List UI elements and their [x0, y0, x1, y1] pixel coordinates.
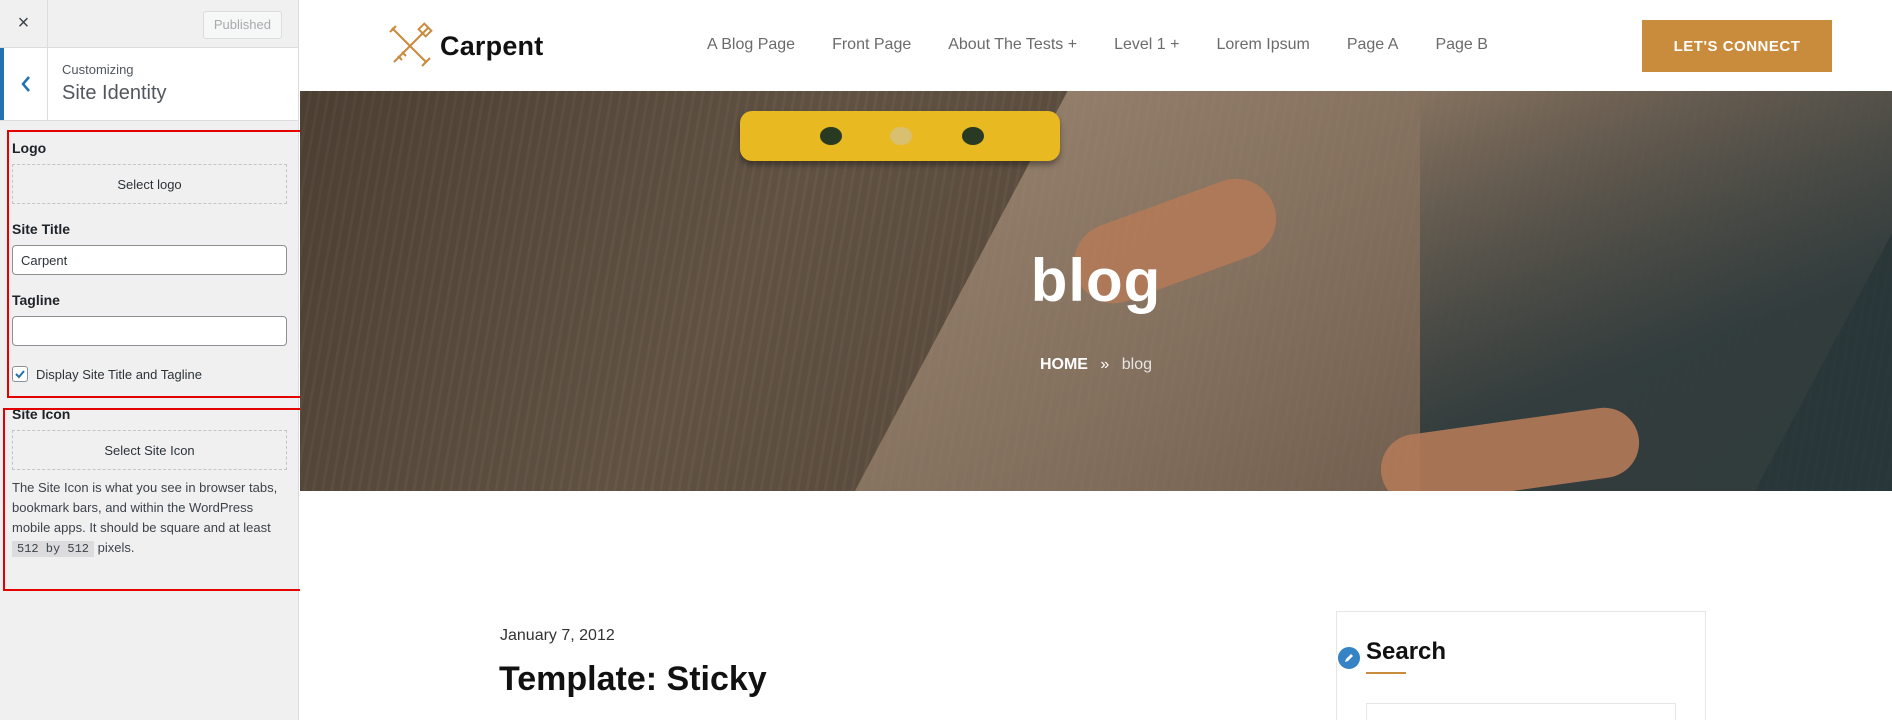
site-title-control: Site Title	[12, 221, 287, 275]
nav-item-page-a[interactable]: Page A	[1347, 36, 1399, 54]
page-title: Site Identity	[62, 82, 167, 104]
select-logo-button[interactable]: Select logo	[12, 164, 287, 204]
site-icon-description-end: pixels.	[97, 540, 135, 555]
site-title: Carpent	[440, 30, 544, 61]
select-site-icon-button[interactable]: Select Site Icon	[12, 430, 287, 470]
close-icon: ×	[17, 12, 30, 34]
site-icon-label: Site Icon	[12, 406, 71, 422]
nav-item-about-the-tests[interactable]: About The Tests +	[948, 36, 1077, 54]
site-title-label: Site Title	[12, 221, 71, 237]
nav-item-a-blog-page[interactable]: A Blog Page	[707, 36, 795, 54]
tagline-label: Tagline	[12, 292, 60, 308]
site-preview: Carpent A Blog Page Front Page About The…	[300, 0, 1892, 720]
nav-item-level-1[interactable]: Level 1 +	[1114, 36, 1179, 54]
site-header: Carpent A Blog Page Front Page About The…	[300, 0, 1892, 91]
breadcrumb-separator-icon: »	[1100, 356, 1110, 373]
size-code: 512 by 512	[12, 541, 95, 557]
customizer-header: × Published	[0, 0, 298, 48]
saw-hammer-icon	[389, 22, 433, 67]
site-icon-description: The Site Icon is what you see in browser…	[12, 478, 287, 559]
chevron-left-icon	[20, 76, 30, 92]
spirit-level-image	[740, 111, 1060, 161]
customizer-sidebar: × Published Customizing Site Identity Lo…	[0, 0, 299, 720]
display-title-checkbox[interactable]	[12, 366, 28, 382]
hero-banner: blog HOME » blog	[300, 91, 1892, 491]
back-button[interactable]	[0, 48, 48, 120]
section-title-bar: Customizing Site Identity	[0, 48, 298, 121]
site-icon-control: Site Icon Select Site Icon The Site Icon…	[12, 406, 287, 559]
lets-connect-button[interactable]: LET'S CONNECT	[1642, 20, 1832, 72]
checkmark-icon	[15, 370, 25, 379]
published-button[interactable]: Published	[202, 11, 282, 39]
site-logo[interactable]: Carpent	[386, 22, 543, 70]
post-title[interactable]: Template: Sticky	[499, 660, 767, 699]
nav-item-lorem-ipsum[interactable]: Lorem Ipsum	[1216, 36, 1309, 54]
main-nav: A Blog Page Front Page About The Tests +…	[707, 36, 1525, 54]
logo-control: Logo Select logo	[12, 140, 287, 204]
logo-label: Logo	[12, 140, 47, 156]
search-widget-title: Search	[1366, 638, 1447, 665]
breadcrumb: Customizing	[62, 62, 134, 77]
search-input[interactable]	[1366, 703, 1676, 720]
display-title-label: Display Site Title and Tagline	[36, 366, 202, 382]
hero-breadcrumb: HOME » blog	[300, 356, 1892, 374]
post-date: January 7, 2012	[500, 627, 615, 644]
nav-item-page-b[interactable]: Page B	[1435, 36, 1487, 54]
breadcrumb-home-link[interactable]: HOME	[1040, 356, 1088, 373]
nav-item-front-page[interactable]: Front Page	[832, 36, 911, 54]
widget-title-underline	[1366, 672, 1406, 674]
tagline-input[interactable]	[12, 316, 287, 346]
edit-pencil-icon[interactable]	[1336, 645, 1362, 671]
site-icon-description-text: The Site Icon is what you see in browser…	[12, 480, 278, 535]
hero-title: blog	[1030, 247, 1162, 314]
display-title-control: Display Site Title and Tagline	[12, 366, 287, 382]
tagline-control: Tagline	[12, 292, 287, 346]
breadcrumb-current: blog	[1121, 356, 1153, 373]
close-button[interactable]: ×	[0, 0, 48, 47]
site-title-input[interactable]	[12, 245, 287, 275]
